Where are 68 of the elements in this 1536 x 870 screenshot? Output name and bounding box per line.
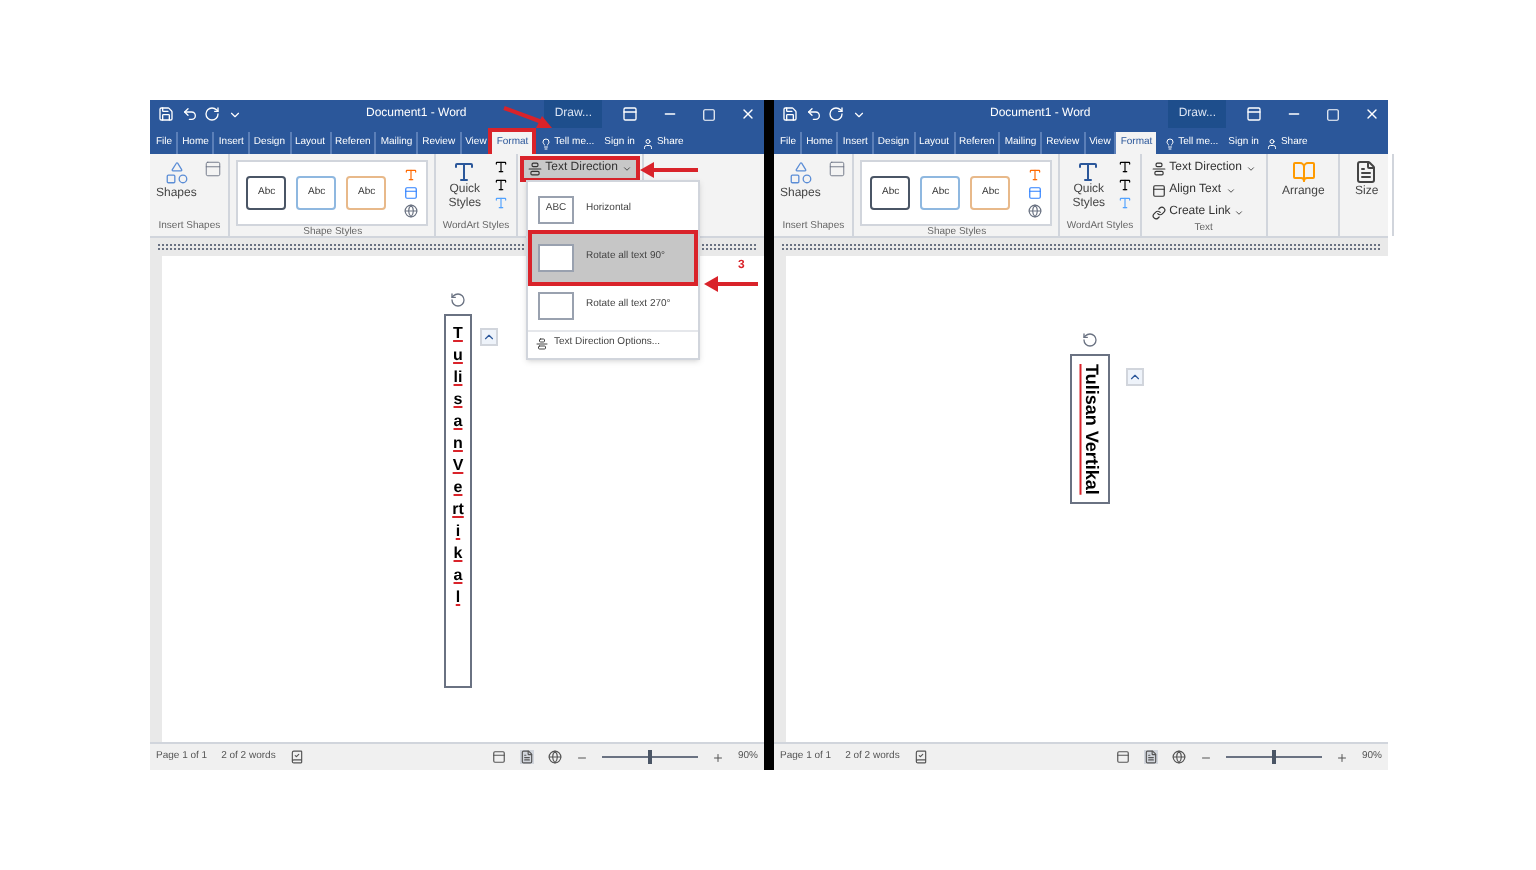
web-layout-icon[interactable] <box>547 750 562 764</box>
shape-fill-icon[interactable] <box>1028 168 1043 182</box>
shape-effects-icon[interactable] <box>1028 204 1043 218</box>
annotation-arrow <box>502 106 554 130</box>
print-layout-icon[interactable] <box>1143 750 1158 764</box>
maximize-icon[interactable] <box>702 107 716 121</box>
caret-icon <box>1234 208 1245 218</box>
caret-icon <box>621 164 632 174</box>
text-box[interactable]: Tulisan Vertikal <box>1070 354 1110 504</box>
shape-fill-icon[interactable] <box>404 168 419 182</box>
zoom-in-icon[interactable] <box>711 751 724 763</box>
zoom-in-icon[interactable] <box>1335 751 1348 763</box>
save-icon[interactable] <box>782 106 798 122</box>
close-icon[interactable] <box>1364 106 1380 122</box>
save-icon[interactable] <box>158 106 174 122</box>
ribbon-display-icon[interactable] <box>1246 106 1262 122</box>
maximize-icon[interactable] <box>1326 107 1340 121</box>
size-icon <box>1354 160 1379 184</box>
rotate-handle-icon[interactable] <box>1082 332 1098 348</box>
layout-options-icon[interactable] <box>1126 368 1144 386</box>
link-icon <box>1151 206 1166 220</box>
rotate-handle-icon[interactable] <box>450 292 466 308</box>
shapes-icon <box>163 160 190 186</box>
annotation-arrow <box>640 162 700 178</box>
annotation-arrow <box>704 276 758 292</box>
print-layout-icon[interactable] <box>519 750 534 764</box>
shapes-icon <box>787 160 814 186</box>
slider-thumb[interactable] <box>1271 750 1276 764</box>
arrange-icon <box>1291 160 1316 184</box>
shape-effects-icon[interactable] <box>404 204 419 218</box>
redo-icon[interactable] <box>204 106 220 122</box>
slider-thumb[interactable] <box>647 750 652 764</box>
text-direction-icon <box>1151 162 1166 176</box>
text-orientation-preview <box>538 244 574 272</box>
caret-icon <box>1225 186 1236 196</box>
text-orientation-preview <box>538 292 574 320</box>
layout-options-icon[interactable] <box>480 328 498 346</box>
align-text-icon <box>1151 184 1166 198</box>
person-icon <box>1266 137 1279 149</box>
customize-icon[interactable] <box>228 107 242 121</box>
lightbulb-icon <box>540 137 553 149</box>
text-box[interactable]: Tulisan Vertikal <box>444 314 472 688</box>
text-direction-icon <box>527 162 542 176</box>
redo-icon[interactable] <box>828 106 844 122</box>
read-mode-icon[interactable] <box>491 750 506 764</box>
undo-icon[interactable] <box>806 106 822 122</box>
caret-icon <box>1245 164 1256 174</box>
ribbon-display-icon[interactable] <box>622 106 638 122</box>
read-mode-icon[interactable] <box>1115 750 1130 764</box>
customize-icon[interactable] <box>852 107 866 121</box>
text-fill-icon[interactable] <box>494 160 509 174</box>
proofing-icon[interactable] <box>913 750 928 764</box>
rotated-text: Tulisan Vertikal <box>1079 363 1104 495</box>
web-layout-icon[interactable] <box>1171 750 1186 764</box>
lightbulb-icon <box>1164 137 1177 149</box>
close-icon[interactable] <box>740 106 756 122</box>
proofing-icon[interactable] <box>289 750 304 764</box>
text-style-icon <box>1076 160 1101 184</box>
undo-icon[interactable] <box>182 106 198 122</box>
text-style-icon <box>452 160 477 184</box>
text-outline-icon[interactable] <box>1118 178 1133 192</box>
shape-outline-icon[interactable] <box>404 186 419 200</box>
text-direction-icon <box>536 337 548 349</box>
shape-outline-icon[interactable] <box>1028 186 1043 200</box>
vertical-text: Tulisan Vertikal <box>452 322 464 610</box>
text-fill-icon[interactable] <box>1118 160 1133 174</box>
text-outline-icon[interactable] <box>494 178 509 192</box>
person-icon <box>642 137 655 149</box>
